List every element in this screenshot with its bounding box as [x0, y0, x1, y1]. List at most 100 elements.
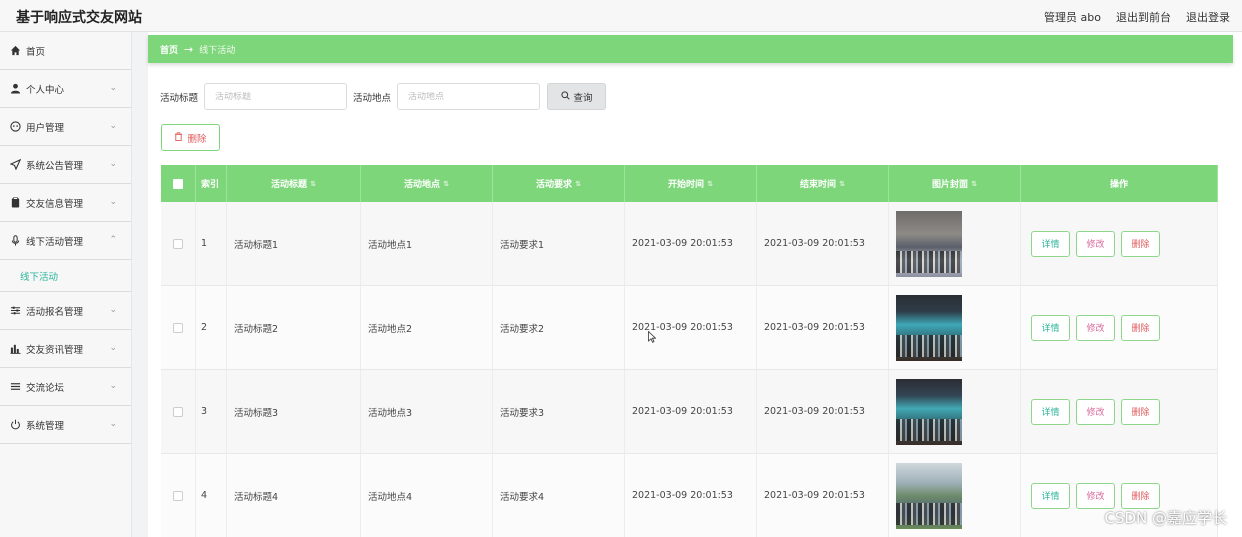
delete-button[interactable]: 删除 — [1121, 230, 1160, 257]
header-requirement[interactable]: 活动要求 ⇅ — [493, 165, 625, 202]
search-icon — [560, 90, 570, 103]
sidebar-subitem-offline-activity[interactable]: 线下活动 — [0, 260, 131, 292]
sort-icon: ⇅ — [575, 179, 581, 188]
site-title: 基于响应式交友网站 — [16, 10, 142, 26]
sidebar-item-friend-news-management[interactable]: 交友资讯管理 ⌄ — [0, 330, 131, 368]
sidebar: 首页 个人中心 ⌄ 用户管理 ⌄ 系统公告管理 ⌄ 交友信息管理 ⌄ 线下活动管… — [0, 32, 132, 537]
header-start-time[interactable]: 开始时间 ⇅ — [625, 165, 757, 202]
sidebar-item-label: 系统管理 — [26, 420, 65, 432]
chevron-down-icon: ⌄ — [109, 159, 117, 169]
row-select-cell[interactable] — [161, 370, 196, 453]
logout-link[interactable]: 退出登录 — [1186, 9, 1230, 25]
header-end-time[interactable]: 结束时间 ⇅ — [757, 165, 889, 202]
row-start-time: 2021-03-09 20:01:53 — [625, 202, 757, 285]
admin-user-label[interactable]: 管理员 abo — [1044, 9, 1101, 25]
sidebar-item-forum[interactable]: 交流论坛 ⌄ — [0, 368, 131, 406]
users-circle-icon — [9, 121, 21, 133]
batch-delete-button[interactable]: 删除 — [161, 124, 220, 151]
row-select-cell[interactable] — [161, 202, 196, 285]
trash-icon — [174, 131, 183, 144]
row-cover-cell — [889, 370, 1021, 453]
sidebar-item-friend-info-management[interactable]: 交友信息管理 ⌄ — [0, 184, 131, 222]
delete-button[interactable]: 删除 — [1121, 398, 1160, 425]
title-search-input[interactable] — [215, 91, 347, 102]
title-search-box[interactable] — [204, 83, 348, 110]
edit-button[interactable]: 修改 — [1076, 230, 1115, 257]
sidebar-item-announcement-management[interactable]: 系统公告管理 ⌄ — [0, 146, 131, 184]
row-select-cell[interactable] — [161, 286, 196, 369]
row-place: 活动地点3 — [361, 370, 493, 453]
header-actions: 操作 — [1021, 165, 1218, 202]
chevron-down-icon: ⌄ — [109, 419, 117, 429]
cover-image[interactable] — [896, 210, 962, 277]
sidebar-item-signup-management[interactable]: 活动报名管理 ⌄ — [0, 292, 131, 330]
header-cover[interactable]: 图片封面 ⇅ — [889, 165, 1021, 202]
sidebar-item-label: 系统公告管理 — [26, 160, 84, 172]
detail-button[interactable]: 详情 — [1031, 230, 1070, 257]
top-right-links: 管理员 abo 退出到前台 退出登录 — [1044, 9, 1230, 25]
action-buttons: 详情 修改 删除 — [1028, 230, 1160, 257]
row-checkbox[interactable] — [173, 238, 183, 249]
table-row: 4 活动标题4 活动地点4 活动要求4 2021-03-09 20:01:53 … — [161, 454, 1218, 537]
detail-button[interactable]: 详情 — [1031, 314, 1070, 341]
sidebar-item-personal-center[interactable]: 个人中心 ⌄ — [0, 70, 131, 108]
select-all-checkbox[interactable] — [173, 178, 183, 189]
sliders-icon — [9, 305, 21, 317]
action-buttons: 详情 修改 删除 — [1028, 482, 1160, 509]
place-search-input[interactable] — [408, 91, 540, 102]
row-checkbox[interactable] — [173, 490, 183, 501]
power-icon — [9, 419, 21, 431]
sidebar-item-home[interactable]: 首页 — [0, 32, 131, 70]
header-select-all[interactable] — [161, 165, 196, 202]
sidebar-item-label: 个人中心 — [26, 84, 65, 96]
sidebar-item-system-management[interactable]: 系统管理 ⌄ — [0, 406, 131, 444]
row-checkbox[interactable] — [173, 406, 183, 417]
place-search-box[interactable] — [397, 83, 541, 110]
sort-icon: ⇅ — [707, 179, 713, 188]
edit-button[interactable]: 修改 — [1076, 314, 1115, 341]
header-start-label: 开始时间 — [668, 180, 705, 190]
cover-image[interactable] — [896, 378, 962, 445]
header-requirement-label: 活动要求 — [536, 180, 573, 190]
row-title: 活动标题4 — [227, 454, 361, 537]
send-icon — [9, 159, 21, 171]
breadcrumb-current: 线下活动 — [199, 45, 236, 56]
chevron-up-icon: ⌃ — [109, 235, 117, 245]
breadcrumb-home[interactable]: 首页 — [160, 43, 178, 56]
bar-chart-icon — [9, 343, 21, 355]
chevron-down-icon: ⌄ — [109, 381, 117, 391]
cover-image-crowd — [896, 502, 962, 525]
row-cover-cell — [889, 202, 1021, 285]
row-end-time: 2021-03-09 20:01:53 — [757, 370, 889, 453]
edit-button[interactable]: 修改 — [1076, 482, 1115, 509]
list-icon — [9, 381, 21, 393]
cover-image[interactable] — [896, 462, 962, 529]
row-actions: 详情 修改 删除 — [1021, 286, 1218, 369]
table-row: 3 活动标题3 活动地点3 活动要求3 2021-03-09 20:01:53 … — [161, 370, 1218, 454]
query-button[interactable]: 查询 — [547, 83, 607, 110]
detail-button[interactable]: 详情 — [1031, 398, 1070, 425]
edit-button[interactable]: 修改 — [1076, 398, 1115, 425]
delete-button[interactable]: 删除 — [1121, 314, 1160, 341]
sidebar-item-label: 活动报名管理 — [26, 306, 84, 318]
detail-button[interactable]: 详情 — [1031, 482, 1070, 509]
cover-image-crowd — [896, 418, 962, 441]
row-requirement: 活动要求3 — [493, 370, 625, 453]
row-start-time: 2021-03-09 20:01:53 — [625, 370, 757, 453]
sidebar-item-user-management[interactable]: 用户管理 ⌄ — [0, 108, 131, 146]
chevron-down-icon: ⌄ — [109, 305, 117, 315]
header-place-label: 活动地点 — [404, 180, 441, 190]
header-place[interactable]: 活动地点 ⇅ — [361, 165, 493, 202]
header-title[interactable]: 活动标题 ⇅ — [227, 165, 361, 202]
exit-to-front-link[interactable]: 退出到前台 — [1116, 9, 1171, 25]
row-end-time: 2021-03-09 20:01:53 — [757, 454, 889, 537]
sidebar-item-offline-activity-management[interactable]: 线下活动管理 ⌃ — [0, 222, 131, 260]
delete-button[interactable]: 删除 — [1121, 482, 1160, 509]
row-cover-cell — [889, 286, 1021, 369]
sidebar-item-label: 线下活动管理 — [26, 236, 84, 248]
row-checkbox[interactable] — [173, 322, 183, 333]
chevron-down-icon: ⌄ — [109, 343, 117, 353]
row-requirement: 活动要求2 — [493, 286, 625, 369]
row-select-cell[interactable] — [161, 454, 196, 537]
cover-image[interactable] — [896, 294, 962, 361]
